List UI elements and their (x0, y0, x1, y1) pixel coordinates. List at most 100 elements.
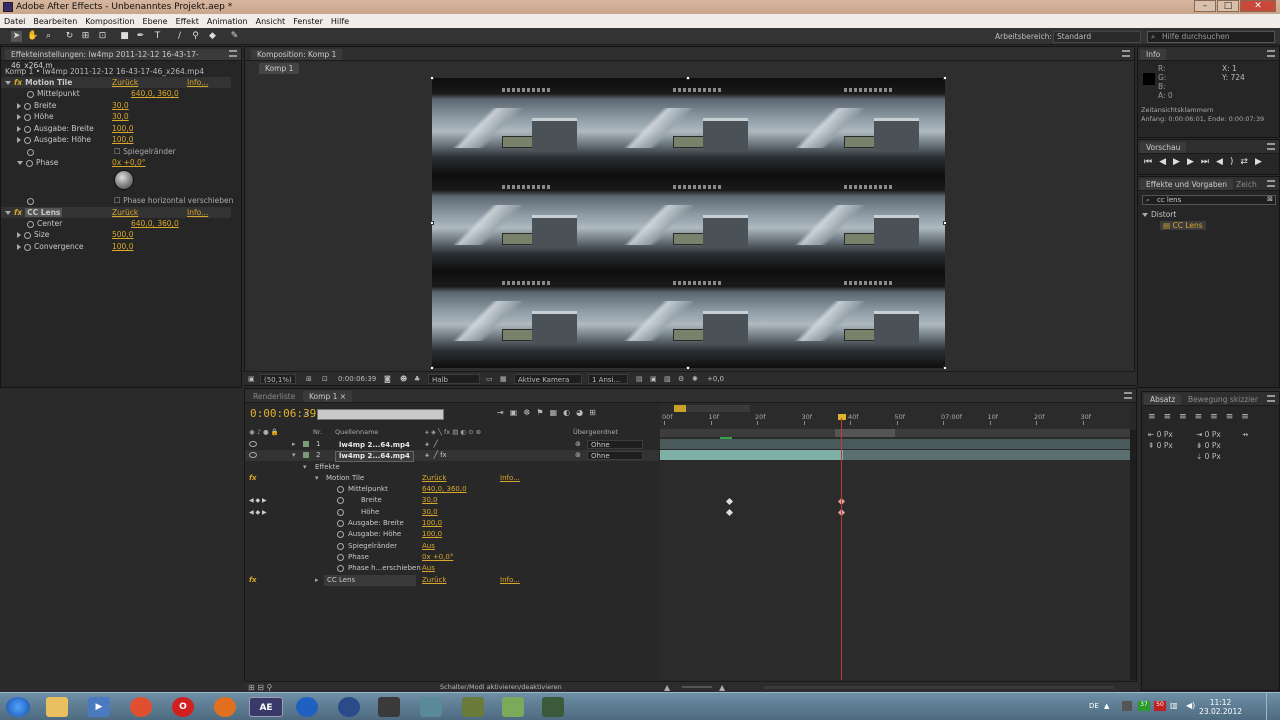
transform-handle[interactable] (430, 221, 434, 225)
app-icon-globe[interactable] (338, 697, 360, 717)
stopwatch-icon[interactable] (337, 497, 344, 504)
layer-row[interactable]: ▾ 2 lw4mp 2...64.mp4 ⚹ ╱ fx ⊚ Ohne (245, 450, 659, 462)
stopwatch-icon[interactable] (24, 231, 31, 239)
views-select[interactable]: 1 Ansi... (588, 374, 628, 384)
menu-fenster[interactable]: Fenster (293, 17, 323, 26)
stamp-tool-icon[interactable]: ⚲ (190, 31, 201, 42)
prop-value[interactable]: 30,0 (422, 507, 438, 518)
steam-icon[interactable] (378, 697, 400, 717)
tab-motion-sketch[interactable]: Bewegung skizzier (1182, 394, 1264, 405)
stopwatch-icon[interactable] (24, 125, 31, 133)
menu-ebene[interactable]: Ebene (143, 17, 168, 26)
tray-expand-icon[interactable]: ▲ (1104, 702, 1109, 710)
menu-komposition[interactable]: Komposition (85, 17, 134, 26)
zoom-select[interactable]: (50,1%) (260, 374, 296, 384)
rotate-tool-icon[interactable]: ↻ (64, 31, 75, 42)
fx-icon[interactable]: fx (249, 575, 257, 586)
work-area-start-handle[interactable] (674, 405, 686, 412)
keyframe-navigator[interactable]: ◀ ◆ ▶ (249, 495, 267, 506)
text-tool-icon[interactable]: T (152, 31, 163, 42)
cc-lens-reset-link[interactable]: Zurück (112, 208, 138, 217)
camera-select[interactable]: Aktive Kamera (514, 374, 582, 384)
prop-value[interactable]: 100,0 (112, 124, 133, 133)
expand-icon[interactable]: ▸ (315, 575, 319, 586)
motion-tile-info-link[interactable]: Info... (187, 78, 208, 87)
prop-value[interactable]: 0x +0,0° (422, 552, 453, 563)
collapse-icon[interactable]: ▾ (315, 473, 319, 484)
app-icon-folder[interactable] (502, 697, 524, 717)
mirror-edges-checkbox[interactable]: ☐ Spiegelränder (114, 147, 176, 156)
indent-right[interactable]: ⇥ 0 Px (1196, 430, 1221, 439)
media-player-icon[interactable]: ▶ (88, 697, 110, 717)
tab-render-queue[interactable]: Renderliste (247, 391, 301, 402)
always-preview-icon[interactable]: ▣ (248, 374, 255, 384)
maximize-button[interactable]: □ (1217, 0, 1239, 12)
network-icon[interactable]: ▥ (1170, 701, 1178, 710)
eye-icon[interactable] (249, 452, 257, 458)
stopwatch-icon[interactable] (337, 531, 344, 538)
hand-tool-icon[interactable]: ✋ (27, 31, 38, 42)
zoom-in-icon[interactable]: ▲ (719, 683, 725, 692)
tab-paragraph[interactable]: Absatz (1144, 394, 1182, 405)
footer-icons[interactable]: ⊞ ⊟ ⚲ (248, 683, 272, 692)
transparency-grid-icon[interactable]: ▦ (500, 374, 507, 384)
explorer-icon[interactable] (46, 697, 68, 717)
prop-value[interactable]: 100,0 (422, 529, 442, 540)
cc-lens-row[interactable]: fx ▸ CC Lens Zurück Info... (245, 575, 659, 586)
space-before[interactable]: ⇞ 0 Px (1148, 441, 1173, 450)
show-snapshot-icon[interactable]: ☻ (400, 374, 407, 384)
prop-value[interactable]: 640,0, 360,0 (422, 484, 467, 495)
effect-item-cc-lens[interactable]: ▤ CC Lens (1160, 221, 1206, 230)
cc-lens-info-link[interactable]: Info... (500, 575, 520, 586)
timeline-prop-row[interactable]: Mittelpunkt 640,0, 360,0 (245, 484, 659, 495)
tab-effects-presets[interactable]: Effekte und Vorgaben (1140, 179, 1234, 190)
chrome-icon[interactable] (130, 697, 152, 717)
stopwatch-icon[interactable] (27, 148, 34, 156)
panel-menu-icon[interactable] (1267, 180, 1275, 187)
collapse-icon[interactable]: ▾ (292, 450, 296, 461)
prop-value[interactable]: 30,0 (112, 112, 129, 121)
timeline-prop-row[interactable]: Phase 0x +0,0° (245, 552, 659, 563)
show-desktop-button[interactable] (1266, 693, 1280, 720)
expand-icon[interactable] (17, 114, 21, 120)
transform-handle[interactable] (686, 76, 690, 80)
snapshot-icon[interactable]: ◙ (384, 374, 391, 384)
clear-search-icon[interactable]: ⊠ (1267, 195, 1273, 203)
prop-value[interactable]: 640,0, 360,0 (131, 219, 179, 228)
cc-lens-info-link[interactable]: Info... (187, 208, 208, 217)
tab-preview[interactable]: Vorschau (1140, 142, 1187, 153)
layer-row[interactable]: ▸ 1 lw4mp 2...64.mp4 ⚹ ╱ ⊚ Ohne (245, 439, 659, 450)
panel-menu-icon[interactable] (1267, 395, 1275, 402)
rectangle-tool-icon[interactable]: ■ (119, 31, 130, 42)
timeline-prop-row[interactable]: Spiegelränder Aus (245, 541, 659, 552)
resolution-select[interactable]: Halb (428, 374, 480, 384)
stopwatch-icon[interactable] (27, 220, 34, 228)
menu-datei[interactable]: Datei (4, 17, 25, 26)
stopwatch-icon[interactable] (337, 554, 344, 561)
app-icon-winamp[interactable] (462, 697, 484, 717)
timeline-prop-row[interactable]: ◀ ◆ ▶ Höhe 30,0 (245, 507, 659, 518)
effects-group-row[interactable]: ▾ Effekte (245, 462, 659, 473)
layer-switches[interactable]: ⚹ ╱ (425, 439, 438, 450)
toggle-pixel-icon[interactable]: ▤ (636, 374, 643, 384)
tray-icon[interactable] (1122, 701, 1132, 711)
layer-label-color[interactable] (303, 441, 309, 447)
prop-value[interactable]: 640,0, 360,0 (131, 89, 179, 98)
tab-info[interactable]: Info (1140, 49, 1167, 60)
cc-lens-reset-link[interactable]: Zurück (422, 575, 446, 586)
motion-tile-row[interactable]: fx ▾ Motion Tile Zurück Info... (245, 473, 659, 484)
workspace-select[interactable]: Standard (1053, 31, 1141, 43)
parent-spiral-icon[interactable]: ⊚ (575, 439, 581, 450)
motion-tile-effect-row[interactable]: fx Motion Tile (5, 78, 72, 87)
preview-controls[interactable]: ⏮◀▶▶⏭◀)⇄▶ (1144, 157, 1269, 167)
expand-icon[interactable] (17, 244, 21, 250)
mask-visibility-icon[interactable]: ⊡ (322, 374, 328, 384)
prop-value[interactable]: 500,0 (112, 230, 133, 239)
firefox-icon[interactable] (214, 697, 236, 717)
timeline-search-input[interactable]: ⌕ (304, 409, 444, 420)
motion-tile-reset-link[interactable]: Zurück (422, 473, 446, 484)
tray-cpu-temp[interactable]: 50 (1154, 701, 1166, 711)
close-button[interactable]: ✕ (1240, 0, 1276, 12)
help-search-input[interactable]: ⌕ Hilfe durchsuchen (1147, 31, 1275, 43)
indent-first[interactable]: ⇸ (1242, 430, 1248, 439)
